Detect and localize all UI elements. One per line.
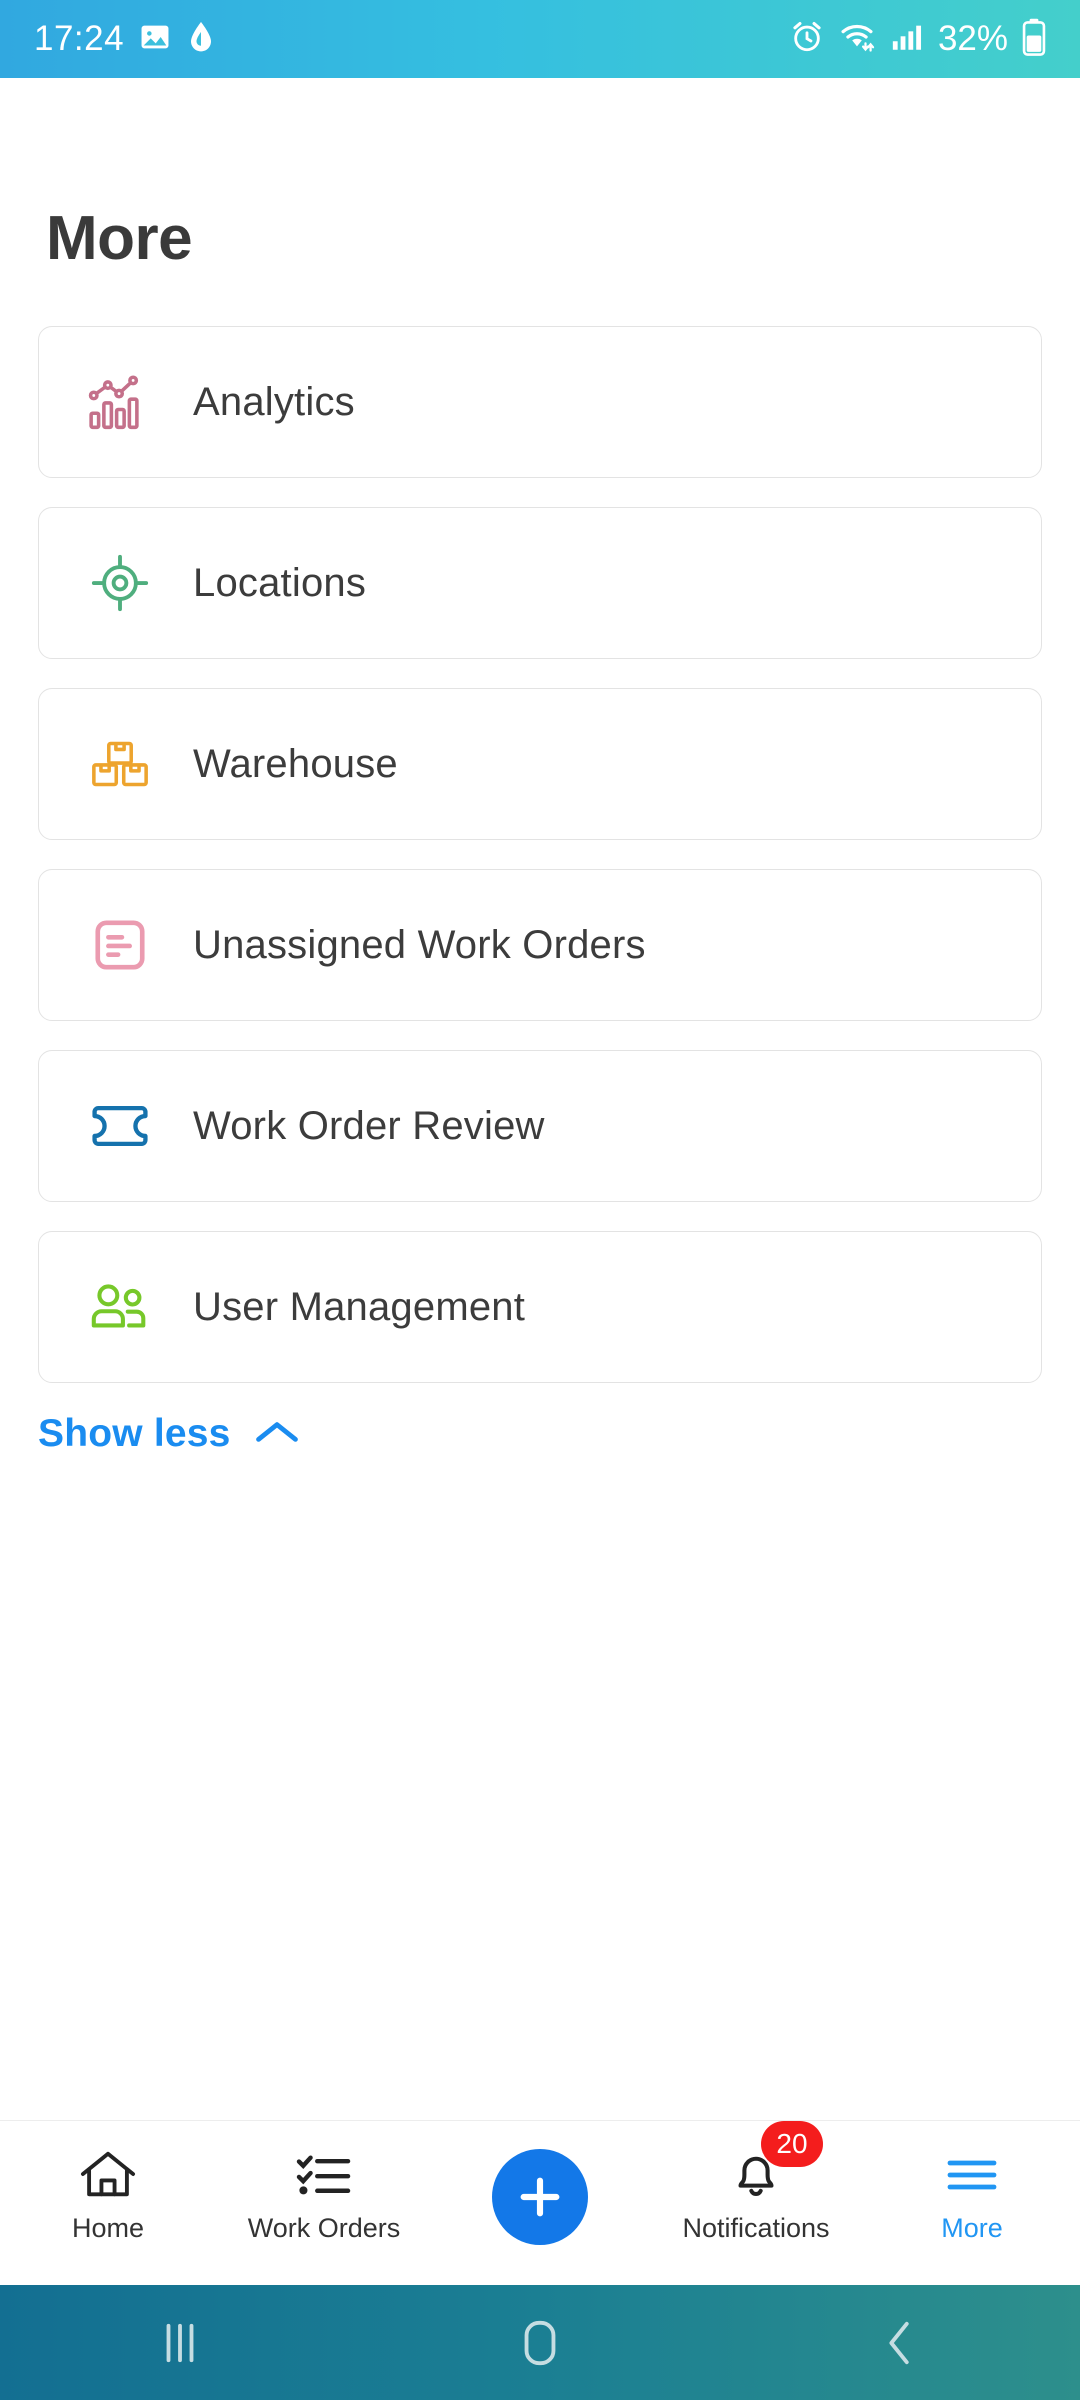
- menu-item-label: User Management: [193, 1284, 526, 1329]
- tab-notifications[interactable]: 20 Notifications: [648, 2121, 864, 2285]
- image-icon: [138, 20, 172, 59]
- menu-item-label: Work Order Review: [193, 1103, 545, 1148]
- more-menu-list: Analytics Locations Warehouse Unassigned…: [0, 326, 1080, 1383]
- wifi-icon: [838, 20, 876, 59]
- battery-percent: 32%: [937, 19, 1008, 58]
- menu-item-analytics[interactable]: Analytics: [38, 326, 1042, 478]
- back-chevron-icon[interactable]: [810, 2285, 990, 2400]
- page-title: More: [46, 204, 193, 273]
- status-time: 17:24: [34, 19, 125, 58]
- tab-label-notifications: Notifications: [682, 2213, 830, 2243]
- boxes-stack-icon: [81, 728, 159, 800]
- tab-work-orders[interactable]: Work Orders: [216, 2121, 432, 2285]
- status-bar-left: 17:24: [34, 19, 216, 59]
- ticket-icon: [81, 1090, 159, 1162]
- tab-home[interactable]: Home: [0, 2121, 216, 2285]
- menu-item-label: Unassigned Work Orders: [193, 922, 646, 967]
- alarm-icon: [790, 20, 824, 59]
- hamburger-icon: [944, 2143, 1000, 2207]
- signal-icon: [890, 20, 924, 59]
- menu-item-user-management[interactable]: User Management: [38, 1231, 1042, 1383]
- menu-item-label: Analytics: [193, 379, 355, 424]
- tab-create-button[interactable]: [432, 2121, 648, 2285]
- menu-item-label: Locations: [193, 560, 367, 605]
- home-square-icon[interactable]: [450, 2285, 630, 2400]
- system-nav-bar: [0, 2285, 1080, 2400]
- tab-label-more: More: [941, 2213, 1003, 2243]
- recents-icon[interactable]: [90, 2285, 270, 2400]
- tab-label-work-orders: Work Orders: [247, 2213, 401, 2243]
- page-content: More Analytics Locations Warehouse Unass…: [0, 78, 1080, 1456]
- status-bar-right: 32%: [790, 18, 1046, 61]
- menu-item-locations[interactable]: Locations: [38, 507, 1042, 659]
- menu-item-warehouse[interactable]: Warehouse: [38, 688, 1042, 840]
- location-target-icon: [81, 547, 159, 619]
- home-icon: [79, 2143, 137, 2207]
- document-lines-icon: [81, 909, 159, 981]
- notifications-badge: 20: [761, 2121, 823, 2167]
- bottom-nav-bar: Home Work Orders 20 Notifications More: [0, 2120, 1080, 2285]
- battery-icon: [1022, 18, 1046, 61]
- analytics-chart-icon: [81, 366, 159, 438]
- tab-more[interactable]: More: [864, 2121, 1080, 2285]
- status-bar: 17:24 32%: [0, 0, 1080, 78]
- menu-item-unassigned-work-orders[interactable]: Unassigned Work Orders: [38, 869, 1042, 1021]
- bell-icon: 20: [727, 2121, 823, 2207]
- show-less-label: Show less: [38, 1412, 231, 1455]
- plus-icon: [492, 2149, 588, 2245]
- screen-root: 17:24 32% More Analytics Locations Wareh…: [0, 0, 1080, 2400]
- tab-label-home: Home: [71, 2213, 145, 2243]
- menu-item-work-order-review[interactable]: Work Order Review: [38, 1050, 1042, 1202]
- users-group-icon: [81, 1271, 159, 1343]
- show-less-button[interactable]: Show less: [38, 1412, 1080, 1456]
- menu-item-label: Warehouse: [193, 741, 398, 786]
- water-drop-icon: [186, 20, 216, 59]
- checklist-icon: [295, 2143, 353, 2207]
- chevron-up-icon: [253, 1417, 301, 1452]
